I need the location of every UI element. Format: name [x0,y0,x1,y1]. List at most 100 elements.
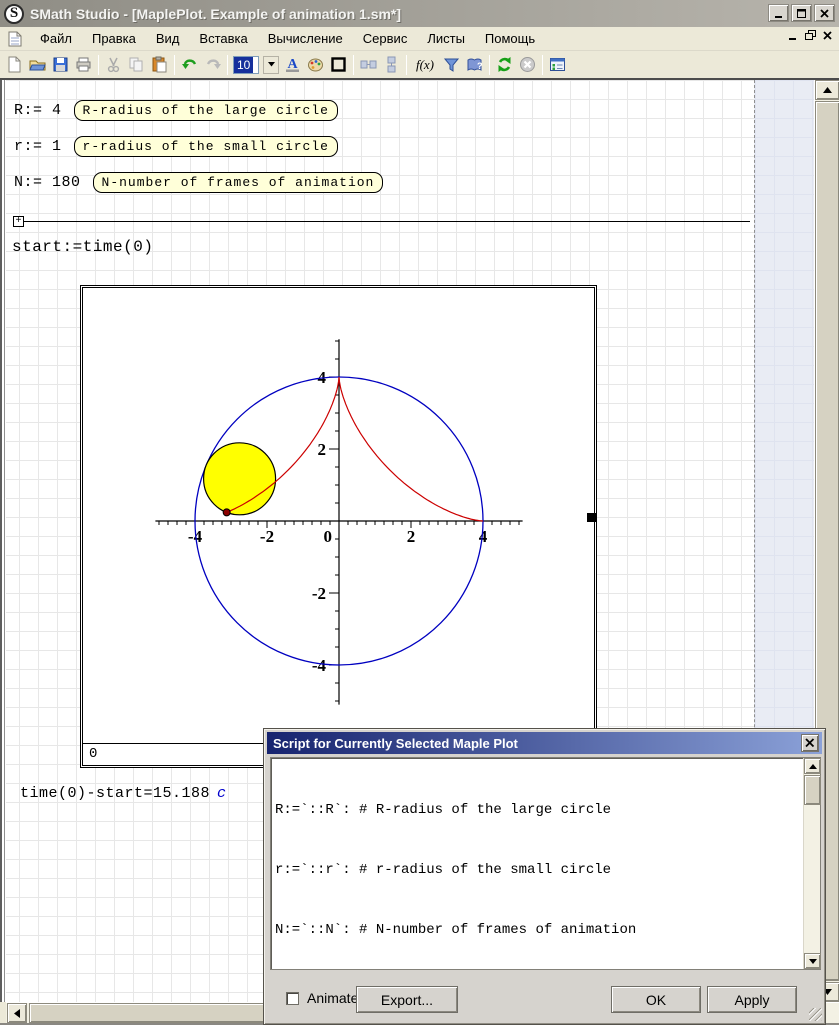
maple-script-dialog: Script for Currently Selected Maple Plot… [263,728,826,1025]
save-button[interactable] [49,54,72,76]
menu-file[interactable]: Файл [30,29,82,48]
align-vertical-button[interactable] [380,54,403,76]
print-button[interactable] [72,54,95,76]
maximize-button[interactable] [791,4,812,22]
chevron-down-icon [268,62,275,67]
copy-button[interactable] [125,54,148,76]
maximize-icon [796,8,807,19]
undo-icon [181,56,199,73]
resize-grip[interactable] [809,1008,822,1021]
function-icon: f(x) [416,57,434,73]
comment-R[interactable]: R-radius of the large circle [74,100,338,121]
paste-button[interactable] [148,54,171,76]
collapsed-region-toggle[interactable]: + [13,216,24,227]
toolbar-separator [489,55,490,75]
new-document-button[interactable] [3,54,26,76]
elapsed-expression[interactable]: time(0)-start=15.188с [20,785,227,802]
menu-view[interactable]: Вид [146,29,190,48]
script-scroll-down-button[interactable] [804,953,821,969]
mdi-minimize-button[interactable] [788,31,798,41]
expr-r[interactable]: r:= 1 [14,138,62,155]
menu-insert[interactable]: Вставка [189,29,257,48]
animate-checkbox[interactable] [286,992,299,1005]
menu-edit[interactable]: Правка [82,29,146,48]
script-editor[interactable]: R:=`::R`: # R-radius of the large circle… [270,757,821,970]
plot-resize-handle[interactable] [587,513,596,522]
definition-N[interactable]: N:= 180 N-number of frames of animation [14,172,383,193]
svg-text:0: 0 [324,527,333,546]
menu-calculation[interactable]: Вычисление [258,29,353,48]
dialog-title-bar[interactable]: Script for Currently Selected Maple Plot [267,732,822,754]
apply-button[interactable]: Apply [707,986,797,1013]
mdi-restore-button[interactable] [805,30,816,41]
open-button[interactable] [26,54,49,76]
menu-tools[interactable]: Сервис [353,29,418,48]
border-icon [330,56,347,73]
stop-icon [519,56,536,73]
animate-label[interactable]: Animate [307,990,358,1006]
menu-help[interactable]: Помощь [475,29,545,48]
export-button[interactable]: Export... [356,986,458,1013]
function-button[interactable]: f(x) [410,54,440,76]
font-color-button[interactable]: A [281,54,304,76]
start-expression[interactable]: start:=time(0) [12,238,153,256]
definition-r[interactable]: r:= 1 r-radius of the small circle [14,136,338,157]
dialog-close-button[interactable] [801,734,819,752]
dialog-close-icon [805,738,815,748]
toolbar: 10 A f(x) ? [0,51,839,80]
font-size-combo[interactable]: 10 [233,56,279,74]
font-size-dropdown-button[interactable] [263,56,279,74]
align-horizontal-button[interactable] [357,54,380,76]
title-bar[interactable]: S SMath Studio - [MaplePlot. Example of … [0,0,839,27]
toolbar-separator [353,55,354,75]
close-button[interactable] [814,4,835,22]
undo-button[interactable] [178,54,201,76]
svg-text:-2: -2 [312,584,326,603]
script-scrollbar[interactable] [803,758,820,969]
collapsed-region-line [24,221,750,222]
cut-icon [105,56,122,73]
expr-N[interactable]: N:= 180 [14,174,81,191]
filter-button[interactable] [440,54,463,76]
options-panel-button[interactable] [546,54,569,76]
comment-r[interactable]: r-radius of the small circle [74,136,338,157]
minimize-button[interactable] [768,4,789,22]
script-text[interactable]: R:=`::R`: # R-radius of the large circle… [271,758,803,969]
comment-N[interactable]: N-number of frames of animation [93,172,384,193]
arrow-up-icon [809,764,817,769]
document-icon[interactable] [8,31,22,47]
script-scroll-thumb[interactable] [804,775,821,805]
toolbar-separator [406,55,407,75]
mdi-close-button[interactable] [823,31,833,41]
expr-R[interactable]: R:= 4 [14,102,62,119]
script-line: r:=`::r`: # r-radius of the small circle [275,860,803,880]
refresh-button[interactable] [493,54,516,76]
dialog-title: Script for Currently Selected Maple Plot [273,736,518,751]
print-icon [75,56,92,73]
svg-text:-4: -4 [312,656,327,675]
font-size-value[interactable]: 10 [233,56,259,74]
minimize-icon [773,8,784,19]
reference-book-button[interactable]: ? [463,54,486,76]
scroll-left-button[interactable] [7,1003,27,1023]
reference-book-icon: ? [466,56,483,73]
border-button[interactable] [327,54,350,76]
redo-button[interactable] [201,54,224,76]
toolbar-separator [542,55,543,75]
stop-button[interactable] [516,54,539,76]
cut-button[interactable] [102,54,125,76]
menu-sheets[interactable]: Листы [417,29,475,48]
redo-icon [204,56,222,73]
script-line: N:=`::N`: # N-number of frames of animat… [275,920,803,940]
definition-R[interactable]: R:= 4 R-radius of the large circle [14,100,338,121]
paste-icon [151,56,168,73]
ok-button[interactable]: OK [611,986,701,1013]
smath-studio-window: S SMath Studio - [MaplePlot. Example of … [0,0,839,1025]
palette-button[interactable] [304,54,327,76]
toolbar-separator [98,55,99,75]
maple-plot[interactable]: -4-2024-4-224 0 [80,285,597,768]
elapsed-value: time(0)-start=15.188 [20,785,210,802]
script-scroll-up-button[interactable] [804,758,821,774]
scroll-up-button[interactable] [815,80,839,100]
toolbar-separator [227,55,228,75]
